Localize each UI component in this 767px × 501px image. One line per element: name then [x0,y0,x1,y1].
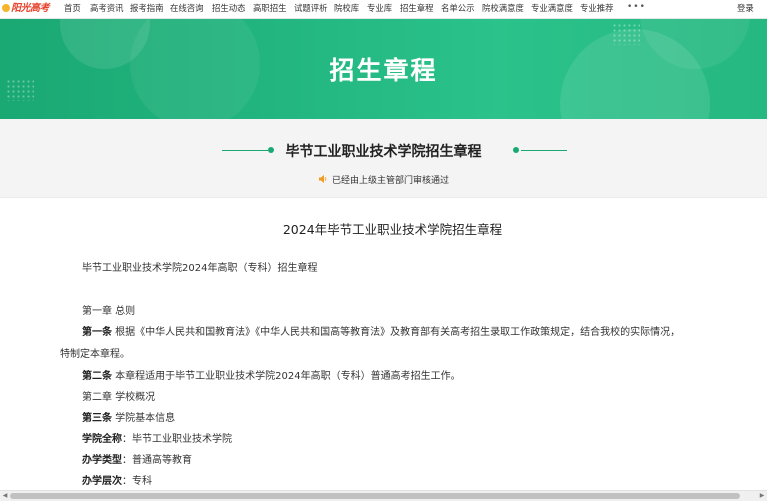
nav-item-vocational[interactable]: 高职招生 [253,0,287,18]
charter-header: 毕节工业职业技术学院招生章程 已经由上级主管部门审核通过 [0,119,767,198]
article-line: 第二条 本章程适用于毕节工业职业技术学院2024年高职（专科）普通高考招生工作。 [82,371,461,382]
info-field: 办学类型：普通高等教育 [82,455,192,466]
nav-item-news[interactable]: 高考资讯 [90,0,124,18]
article-line: 特制定本章程。 [60,349,130,360]
charter-title: 毕节工业职业技术学院招生章程 [285,144,482,160]
review-notice-text: 已经由上级主管部门审核通过 [331,176,449,186]
nav-item-major-db[interactable]: 专业库 [367,0,392,18]
info-field: 学院全称：毕节工业职业技术学院 [82,434,232,445]
review-notice: 已经由上级主管部门审核通过 [0,173,767,186]
site-logo[interactable]: 阳光高考 [2,1,56,17]
nav-item-major-satisfaction[interactable]: 专业满意度 [531,0,573,18]
charter-article: 2024年毕节工业职业技术学院招生章程 毕节工业职业技术学院2024年高职（专科… [0,198,767,490]
login-link[interactable]: 登录 [737,0,754,18]
article-line: 毕节工业职业技术学院2024年高职（专科）招生章程 [82,263,318,274]
nav-item-home[interactable]: 首页 [64,0,81,18]
page-banner: 招生章程 [0,19,767,119]
scroll-right-icon[interactable]: ▶ [758,492,766,500]
chapter-heading: 第一章 总则 [82,306,136,317]
title-decor-dot [513,147,519,153]
top-nav: 阳光高考 首页 高考资讯 报考指南 在线咨询 招生动态 高职招生 试题评析 院校… [0,0,767,19]
title-decor-line [521,150,567,151]
nav-item-guide[interactable]: 报考指南 [130,0,164,18]
more-menu-icon[interactable]: ••• [627,0,646,18]
sun-icon [2,4,10,12]
scroll-left-icon[interactable]: ◀ [1,492,9,500]
article-line: 第三条 学院基本信息 [82,413,176,424]
horizontal-scrollbar[interactable]: ◀ ▶ [0,490,767,501]
info-field: 办学层次：专科 [82,476,152,487]
logo-text: 阳光高考 [11,3,50,14]
nav-item-major-recommend[interactable]: 专业推荐 [580,0,614,18]
nav-item-enroll-news[interactable]: 招生动态 [212,0,246,18]
scrollbar-thumb[interactable] [10,493,740,499]
nav-item-consult[interactable]: 在线咨询 [170,0,204,18]
nav-item-college-db[interactable]: 院校库 [334,0,359,18]
banner-title: 招生章程 [329,56,438,85]
speaker-icon [318,175,327,183]
article-title: 2024年毕节工业职业技术学院招生章程 [282,222,503,237]
banner-decor-dots [612,23,640,45]
article-line: 第一条 根据《中华人民共和国教育法》《中华人民共和国高等教育法》及教育部有关高考… [82,327,681,338]
nav-item-charter[interactable]: 招生章程 [400,0,434,18]
nav-item-public-list[interactable]: 名单公示 [441,0,475,18]
chapter-heading: 第二章 学校概况 [82,392,156,403]
nav-item-exam-analysis[interactable]: 试题评析 [294,0,328,18]
nav-item-college-satisfaction[interactable]: 院校满意度 [482,0,524,18]
